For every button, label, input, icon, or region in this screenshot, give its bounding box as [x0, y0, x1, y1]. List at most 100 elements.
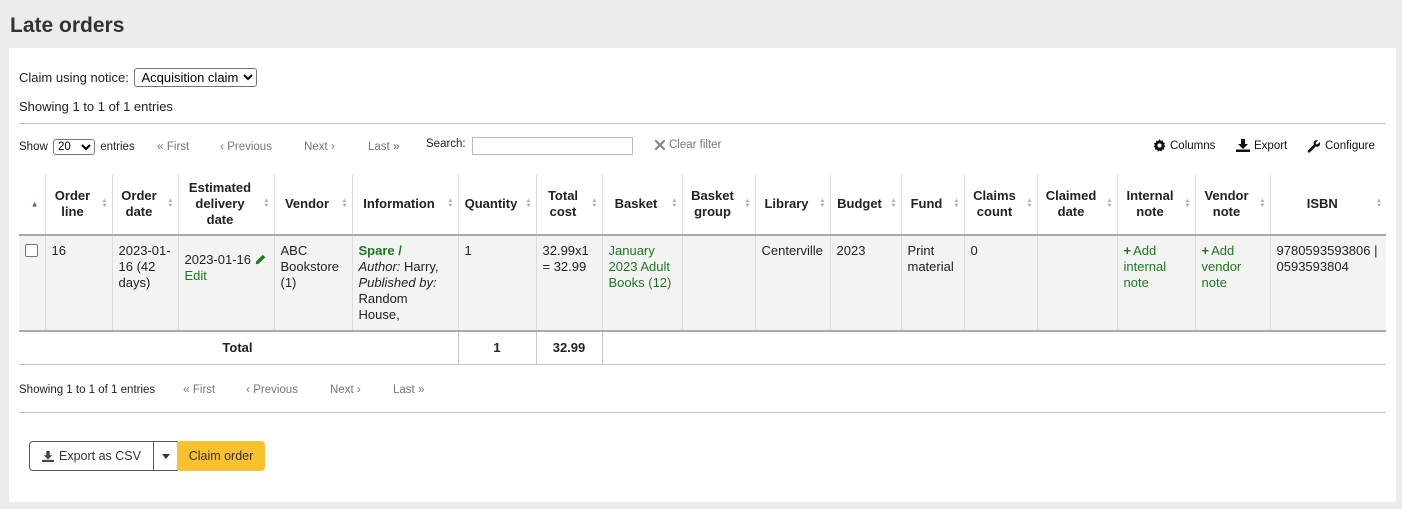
pager-first-label: First [192, 384, 216, 396]
download-icon [42, 450, 54, 462]
footer-total-cost: 32.99 [535, 331, 603, 365]
export-csv-button[interactable]: Export as CSV [29, 441, 154, 471]
export-label: Export [1254, 139, 1288, 152]
page-length-select[interactable]: 20 [52, 139, 95, 155]
pager-previous[interactable]: ‹ Previous [220, 139, 272, 153]
showing-info-bottom: Showing 1 to 1 of 1 entries [19, 384, 156, 396]
column-header-fund[interactable]: Fund ▲ ▼ [900, 174, 964, 235]
cell-claimed-date [1036, 235, 1117, 331]
pager-last-label: Last [393, 384, 415, 396]
header-label: Total cost [547, 188, 579, 219]
header-label: Fund [910, 196, 943, 211]
column-header-estimated-delivery-date[interactable]: Estimated delivery date ▲ ▼ [177, 174, 274, 235]
title-link[interactable]: Spare / [359, 243, 402, 258]
header-label: Order date [121, 188, 157, 219]
column-header-isbn[interactable]: ISBN ▲ ▼ [1269, 174, 1386, 235]
column-header-basket-group[interactable]: Basket group ▲ ▼ [681, 174, 755, 235]
pager-next-label: Next [330, 384, 354, 396]
sort-icon: ▲ ▼ [1259, 198, 1266, 209]
double-chevron-left-icon: « [183, 382, 190, 396]
sort-icon: ▲ ▼ [1184, 198, 1191, 209]
caret-down-icon [162, 453, 171, 459]
pager-previous-bottom[interactable]: ‹ Previous [246, 382, 298, 396]
search-input[interactable] [472, 137, 633, 155]
column-header-quantity[interactable]: Quantity ▲ ▼ [457, 174, 536, 235]
column-header-vendor[interactable]: Vendor ▲ ▼ [273, 174, 352, 235]
pager-last[interactable]: Last » [368, 139, 400, 153]
export-csv-label: Export as CSV [59, 449, 141, 463]
sort-icon: ▲ ▼ [1376, 198, 1382, 209]
cell-order-date: 2023-01-16 (42 days) [111, 235, 178, 331]
header-label: Claimed date [1045, 188, 1097, 219]
header-label: Library [764, 196, 809, 211]
sort-icon: ▲ ▼ [525, 198, 532, 209]
column-header-basket[interactable]: Basket ▲ ▼ [601, 174, 682, 235]
column-header-internal-note[interactable]: Internal note ▲ ▼ [1116, 174, 1195, 235]
pager-last-bottom[interactable]: Last » [393, 382, 425, 396]
author-label: Author: [358, 259, 401, 274]
page-length-control: Show 20 entries [19, 139, 135, 155]
cell-fund: Print material [900, 235, 964, 331]
chevron-left-icon: ‹ [246, 382, 250, 396]
header-label: Budget [837, 196, 882, 211]
basket-link[interactable]: January 2023 Adult Books (12) [609, 243, 672, 290]
columns-label: Columns [1170, 139, 1216, 152]
double-chevron-right-icon: » [417, 382, 425, 396]
sort-icon: ▲ ▼ [1026, 198, 1033, 209]
pager-next[interactable]: Next › [304, 139, 335, 153]
column-header-order-line[interactable]: Order line ▲ ▼ [44, 174, 112, 235]
claim-order-button[interactable]: Claim order [177, 441, 265, 471]
entries-label: entries [100, 141, 135, 153]
table-toolbar: Show 20 entries « First ‹ Previous Next … [19, 137, 1386, 157]
pager-next-label: Next [304, 141, 328, 153]
sort-ascending-icon: ▲ [30, 199, 39, 209]
header-label: Internal note [1126, 188, 1174, 219]
sort-icon: ▲ ▼ [890, 198, 897, 209]
claim-notice-select[interactable]: Acquisition claim [134, 68, 258, 87]
select-column-header[interactable]: ▲ [19, 174, 45, 235]
column-header-budget[interactable]: Budget ▲ ▼ [829, 174, 901, 235]
sort-icon: ▲ ▼ [819, 198, 826, 209]
column-header-information[interactable]: Information ▲ ▼ [351, 174, 458, 235]
columns-button[interactable]: Columns [1153, 139, 1215, 152]
export-csv-group: Export as CSV [29, 441, 180, 471]
add-vendor-note-link[interactable]: + Add vendor note [1202, 243, 1242, 290]
table-row: 16 2023-01-16 (42 days) 2023-01-16 Edit … [19, 235, 1386, 331]
sort-icon: ▲ ▼ [744, 198, 751, 209]
sort-icon: ▲ ▼ [263, 198, 270, 209]
edit-delivery-date-link[interactable]: Edit [185, 268, 207, 283]
pager-first-bottom[interactable]: « First [183, 382, 215, 396]
chevron-right-icon: › [356, 382, 361, 396]
column-header-claims-count[interactable]: Claims count ▲ ▼ [963, 174, 1037, 235]
column-header-claimed-date[interactable]: Claimed date ▲ ▼ [1036, 174, 1117, 235]
column-header-total-cost[interactable]: Total cost ▲ ▼ [535, 174, 602, 235]
column-header-vendor-note[interactable]: Vendor note ▲ ▼ [1194, 174, 1270, 235]
configure-button[interactable]: Configure [1307, 139, 1375, 153]
add-internal-note-link[interactable]: + Add internal note [1124, 243, 1167, 290]
showing-info-top: Showing 1 to 1 of 1 entries [19, 99, 173, 114]
export-button[interactable]: Export [1236, 139, 1287, 152]
sort-icon: ▲ ▼ [167, 198, 174, 209]
cell-estimated-delivery-date: 2023-01-16 Edit [177, 235, 274, 331]
published-by-label: Published by: [358, 275, 437, 290]
footer-empty [602, 331, 1386, 365]
column-header-library[interactable]: Library ▲ ▼ [754, 174, 830, 235]
clear-filter-button[interactable]: Clear filter [655, 139, 721, 151]
estimated-delivery-date-value: 2023-01-16 [184, 252, 252, 267]
cell-order-line: 16 [44, 235, 112, 331]
plus-icon: + [1201, 243, 1210, 258]
sort-icon: ▲ ▼ [1106, 198, 1113, 209]
sort-icon: ▲ ▼ [671, 198, 678, 209]
pager-first[interactable]: « First [157, 139, 189, 153]
clear-filter-label: Clear filter [669, 139, 722, 151]
double-chevron-left-icon: « [157, 139, 164, 153]
chevron-right-icon: › [330, 139, 335, 153]
pencil-icon[interactable] [255, 254, 266, 265]
cell-vendor-note: + Add vendor note [1194, 235, 1270, 331]
pager-previous-label: Previous [253, 384, 298, 396]
header-label: ISBN [1306, 196, 1338, 211]
row-select-checkbox[interactable] [25, 244, 39, 257]
column-header-order-date[interactable]: Order date ▲ ▼ [111, 174, 178, 235]
pager-next-bottom[interactable]: Next › [330, 382, 361, 396]
sort-icon: ▲ ▼ [953, 198, 960, 209]
